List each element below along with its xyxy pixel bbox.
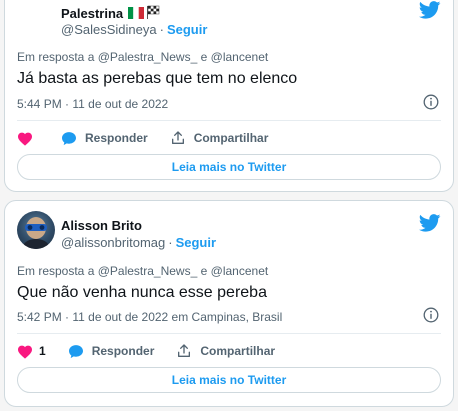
reply-prefix: Em resposta a: [17, 264, 95, 278]
reply-conjunction: e: [200, 50, 208, 64]
reply-bubble-icon: [68, 344, 83, 358]
tweet-text: Que não venha nunca esse pereba: [17, 284, 267, 301]
tweet-header: Alisson Brito @alissonbritomag · Seguir: [5, 211, 453, 255]
author-handle[interactable]: @SalesSidineya: [61, 22, 157, 37]
info-icon[interactable]: [423, 94, 439, 115]
reply-button[interactable]: Responder: [61, 131, 148, 146]
handle-row: @alissonbritomag · Seguir: [61, 235, 216, 250]
info-icon[interactable]: [423, 307, 439, 328]
tweet-text: Já basta as perebas que tem no elenco: [17, 70, 298, 87]
share-icon: [178, 344, 191, 357]
reply-button[interactable]: Responder: [68, 344, 155, 359]
reply-context: Em resposta a @Palestra_News_ e @lancene…: [17, 264, 268, 278]
twitter-bird-icon[interactable]: [418, 214, 441, 237]
tweet-card: Palestrina @SalesSidineya · Seguir Em resp…: [4, 0, 454, 192]
action-bar: Responder Compartilhar: [17, 127, 441, 149]
tweet-header: Palestrina @SalesSidineya · Seguir: [5, 1, 453, 45]
heart-icon: [18, 132, 32, 146]
divider: [17, 333, 441, 334]
follow-button[interactable]: Seguir: [167, 22, 207, 37]
separator: ·: [168, 235, 173, 250]
author-handle[interactable]: @alissonbritomag: [61, 235, 165, 250]
twitter-bird-icon[interactable]: [418, 1, 441, 24]
follow-button[interactable]: Seguir: [176, 235, 216, 250]
separator: ·: [159, 22, 164, 37]
reply-mention-1[interactable]: @Palestra_News_: [98, 264, 198, 278]
author-name[interactable]: Palestrina: [61, 6, 123, 21]
tweet-card: Alisson Brito @alissonbritomag · Seguir Em…: [4, 200, 454, 407]
reply-bubble-icon: [62, 131, 76, 145]
share-label: Compartilhar: [200, 344, 276, 358]
read-more-button[interactable]: Leia mais no Twitter: [17, 367, 441, 393]
author-name-row[interactable]: Palestrina: [61, 5, 160, 22]
action-bar: 1 Responder Compartilhar: [17, 340, 441, 362]
reply-mention-2[interactable]: @lancenet: [211, 50, 269, 64]
reply-label: Responder: [85, 131, 148, 145]
reply-label: Responder: [91, 344, 155, 358]
italy-flag-icon: [128, 7, 145, 22]
heart-icon: [18, 345, 32, 359]
share-button[interactable]: Compartilhar: [176, 343, 275, 359]
reply-prefix: Em resposta a: [17, 50, 95, 64]
avatar[interactable]: [17, 1, 55, 39]
share-icon: [171, 131, 184, 144]
tweet-timestamp[interactable]: 5:42 PM · 11 de out de 2022 em Campinas,…: [17, 310, 282, 324]
divider: [17, 120, 441, 121]
tweet-timestamp[interactable]: 5:44 PM · 11 de out de 2022: [17, 97, 168, 111]
share-button[interactable]: Compartilhar: [170, 130, 269, 146]
read-more-button[interactable]: Leia mais no Twitter: [17, 154, 441, 180]
avatar[interactable]: [17, 211, 55, 249]
author-name[interactable]: Alisson Brito: [61, 218, 142, 233]
reply-mention-2[interactable]: @lancenet: [211, 264, 269, 278]
author-name-row[interactable]: Alisson Brito: [61, 218, 142, 233]
like-button[interactable]: [17, 131, 39, 146]
like-button[interactable]: 1: [17, 344, 46, 359]
share-label: Compartilhar: [193, 131, 269, 145]
checkered-flag-icon: [146, 5, 160, 22]
reply-mention-1[interactable]: @Palestra_News_: [98, 50, 198, 64]
reply-conjunction: e: [200, 264, 208, 278]
like-count: 1: [39, 344, 46, 358]
handle-row: @SalesSidineya · Seguir: [61, 22, 207, 37]
reply-context: Em resposta a @Palestra_News_ e @lancene…: [17, 50, 268, 64]
